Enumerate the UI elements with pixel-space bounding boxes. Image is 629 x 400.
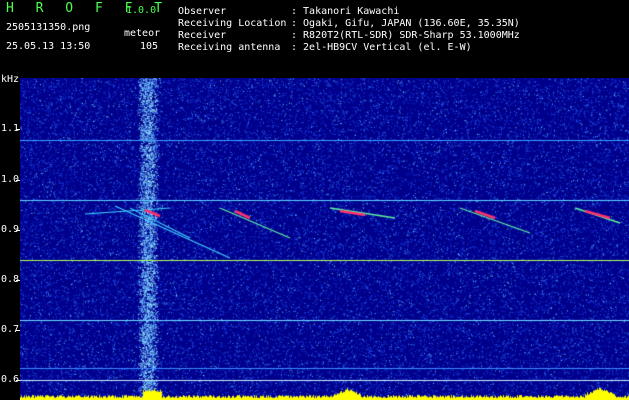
observer-value: : Takanori Kawachi [291,6,400,17]
date-time: 25.05.13 13:50 [6,41,91,52]
observer-label: Observer [178,6,227,17]
receiver-value: : R820T2(RTL-SDR) SDR-Sharp 53.1000MHz [291,30,520,41]
header-panel: H R O F F T 1.0.0 2505131350.png meteor … [0,0,629,78]
location-value: : Ogaki, Gifu, JAPAN (136.60E, 35.35N) [291,18,520,29]
antenna-label: Receiving antenna [178,42,281,53]
antenna-value: : 2el-HB9CV Vertical (el. E-W) [291,42,472,53]
meteor-count: 105 [140,41,159,52]
mode-label: meteor [124,28,161,39]
spectrogram[interactable] [20,78,629,400]
location-label: Receiving Location [178,18,287,29]
receiver-label: Receiver [178,30,227,41]
y-axis-unit: kHz [1,74,20,85]
file-name: 2505131350.png [6,22,91,33]
app-version: 1.0.0 [126,5,157,16]
